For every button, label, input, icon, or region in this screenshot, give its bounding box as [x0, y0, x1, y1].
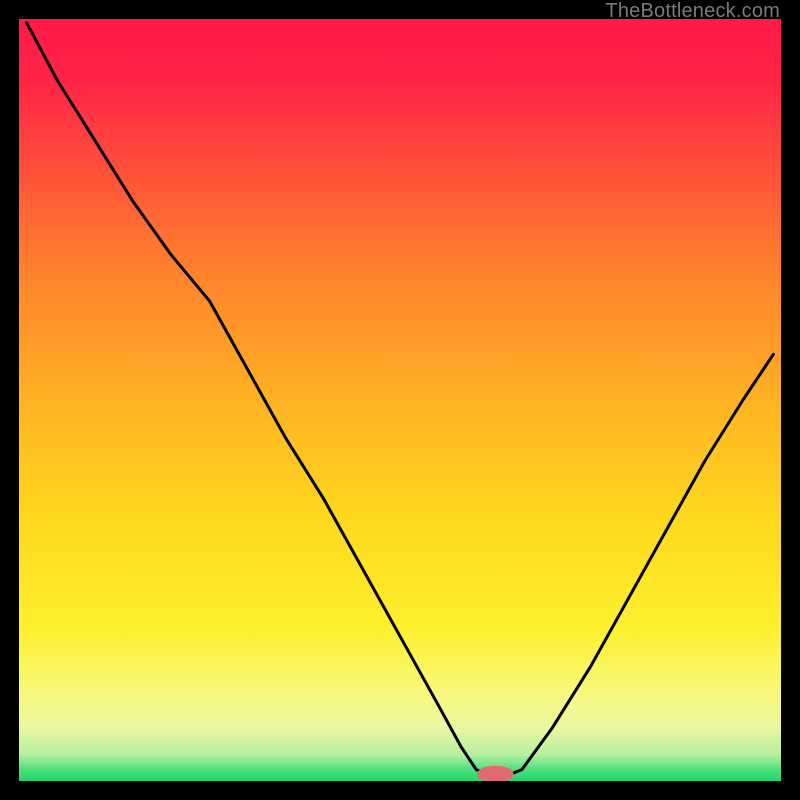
chart-background	[19, 19, 781, 781]
chart-frame	[19, 19, 781, 781]
watermark-text: TheBottleneck.com	[605, 0, 780, 23]
chart-svg	[19, 19, 781, 781]
